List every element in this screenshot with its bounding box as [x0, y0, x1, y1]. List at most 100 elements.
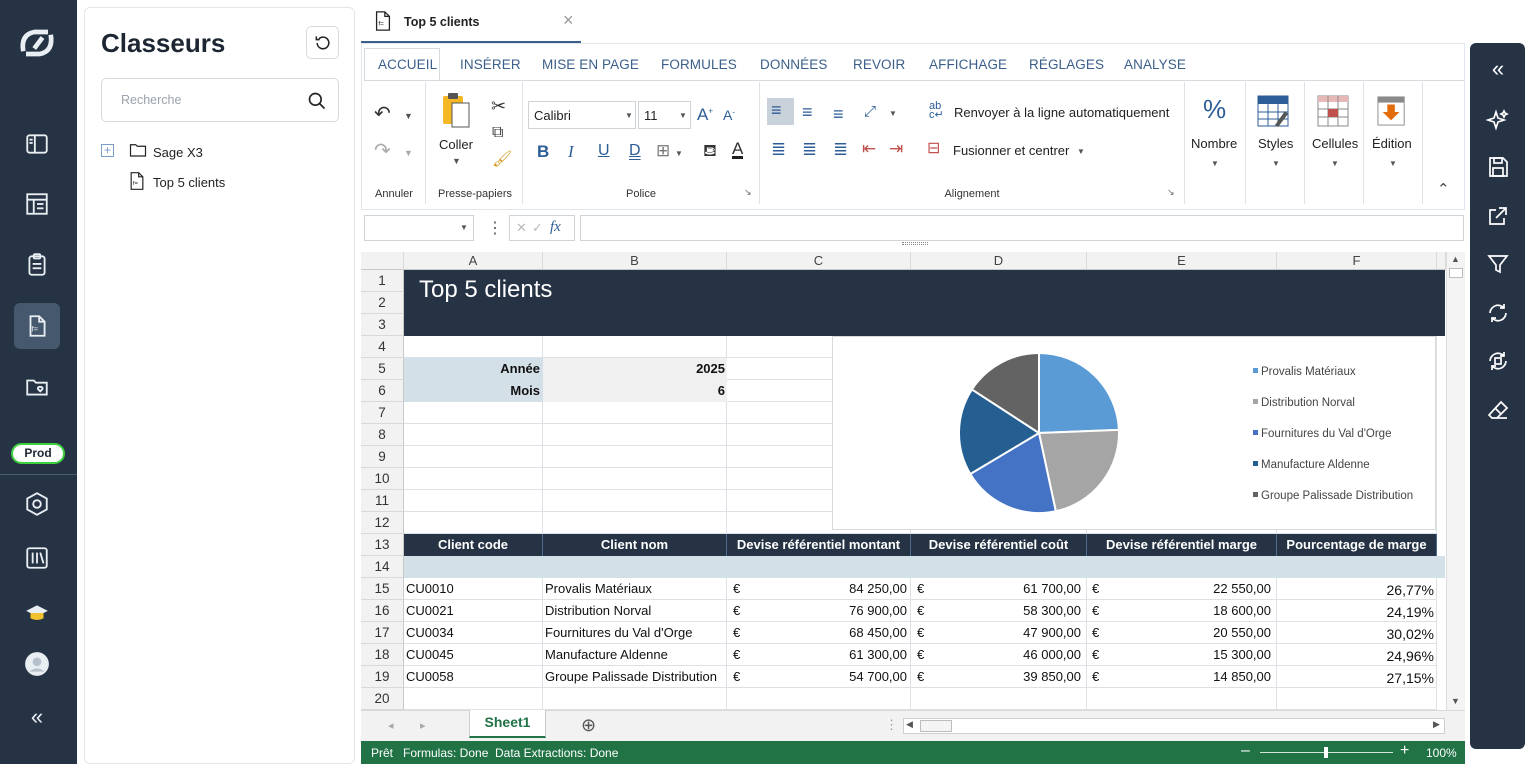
table-header[interactable]: Devise référentiel coût: [911, 534, 1087, 556]
tree-item-folder[interactable]: Sage X3: [153, 145, 203, 160]
cell-margin-pct[interactable]: 24,19%: [1277, 604, 1434, 620]
vertical-scrollbar[interactable]: ▲ ▼: [1446, 252, 1465, 710]
column-header[interactable]: A: [404, 252, 543, 270]
cell-client-code[interactable]: CU0045: [406, 647, 454, 662]
cell[interactable]: [543, 512, 727, 534]
scroll-up-icon[interactable]: ▲: [1451, 254, 1460, 264]
row-header[interactable]: 14: [361, 556, 404, 578]
collapse-right-panel-icon[interactable]: «: [1484, 55, 1512, 83]
scroll-down-icon[interactable]: ▼: [1451, 696, 1460, 706]
cell[interactable]: [543, 336, 727, 358]
redo-dropdown-icon[interactable]: ▼: [404, 149, 413, 158]
copy-icon[interactable]: ⧉: [492, 125, 503, 141]
more-options-icon[interactable]: ⋮: [487, 218, 503, 238]
increase-indent-icon[interactable]: ⇥: [889, 140, 903, 157]
resize-handle[interactable]: [902, 242, 928, 245]
row-header[interactable]: 17: [361, 622, 404, 644]
cell-client-name[interactable]: Groupe Palissade Distribution: [545, 669, 717, 684]
undo-icon[interactable]: ↶: [374, 104, 391, 124]
redo-icon[interactable]: ↷: [374, 141, 391, 161]
collapse-ribbon-icon[interactable]: ⌃: [1437, 182, 1450, 197]
next-sheet-icon[interactable]: ▸: [420, 719, 426, 732]
cell-margin-pct[interactable]: 27,15%: [1277, 670, 1434, 686]
cell-client-name[interactable]: Fournitures du Val d'Orge: [545, 625, 692, 640]
tab-accueil[interactable]: ACCUEIL: [378, 57, 437, 72]
merge-center-button[interactable]: Fusionner et centrer: [953, 143, 1069, 158]
row-header[interactable]: 12: [361, 512, 404, 534]
row-header[interactable]: 1: [361, 270, 404, 292]
cell-cost[interactable]: 47 900,00: [911, 625, 1081, 640]
column-header[interactable]: C: [727, 252, 911, 270]
cell-cost[interactable]: 61 700,00: [911, 581, 1081, 596]
italic-icon[interactable]: I: [568, 143, 574, 160]
cell[interactable]: [543, 402, 727, 424]
cell-client-code[interactable]: CU0010: [406, 581, 454, 596]
tab-revoir[interactable]: REVOIR: [853, 57, 905, 72]
favorite-folder-icon[interactable]: [14, 364, 60, 410]
cell[interactable]: [543, 490, 727, 512]
cancel-formula-icon[interactable]: ✕: [516, 220, 527, 236]
cell[interactable]: [404, 512, 543, 534]
collapse-rail-icon[interactable]: «: [14, 694, 60, 740]
bold-icon[interactable]: B: [537, 143, 549, 160]
format-painter-icon[interactable]: 🖌: [492, 152, 512, 168]
chevron-down-icon[interactable]: ▼: [1211, 160, 1219, 168]
document-tab[interactable]: f= Top 5 clients ×: [361, 0, 581, 43]
refresh-data-icon[interactable]: [1484, 347, 1512, 375]
paste-icon[interactable]: [441, 91, 471, 129]
cell-client-name[interactable]: Provalis Matériaux: [545, 581, 652, 596]
cell-margin[interactable]: 15 300,00: [1087, 647, 1271, 662]
styles-button[interactable]: Styles: [1258, 136, 1293, 151]
eraser-icon[interactable]: [1484, 396, 1512, 424]
paste-dropdown-icon[interactable]: ▼: [452, 157, 461, 166]
column-header[interactable]: D: [911, 252, 1087, 270]
table-header[interactable]: Devise référentiel montant: [727, 534, 911, 556]
cell[interactable]: [404, 336, 543, 358]
cell[interactable]: [543, 688, 727, 710]
cell[interactable]: [727, 688, 911, 710]
sparkles-ai-icon[interactable]: [1484, 106, 1512, 134]
formula-input[interactable]: [580, 215, 1464, 241]
double-underline-icon[interactable]: D: [629, 143, 641, 159]
dialog-launcher-icon[interactable]: ↘: [744, 188, 752, 197]
scroll-thumb[interactable]: [1449, 268, 1463, 278]
cell-margin[interactable]: 20 550,00: [1087, 625, 1271, 640]
align-left-icon[interactable]: ≣: [771, 140, 786, 158]
font-color-icon[interactable]: A: [732, 140, 744, 159]
cell[interactable]: [404, 490, 543, 512]
borders-icon[interactable]: ⊞: [656, 142, 670, 159]
horizontal-scrollbar[interactable]: ◀ ▶: [903, 718, 1445, 734]
undo-dropdown-icon[interactable]: ▼: [404, 112, 413, 121]
cell-cost[interactable]: 39 850,00: [911, 669, 1081, 684]
cell-margin-pct[interactable]: 24,96%: [1277, 648, 1434, 664]
month-value[interactable]: 6: [543, 383, 725, 398]
filter-icon[interactable]: [1484, 250, 1512, 278]
dialog-launcher-icon[interactable]: ↘: [1167, 188, 1175, 197]
search-input[interactable]: Recherche: [101, 78, 339, 122]
font-size-select[interactable]: 11 ▼: [638, 101, 691, 129]
table-header[interactable]: Pourcentage de marge: [1277, 534, 1437, 556]
column-header[interactable]: B: [543, 252, 727, 270]
cell[interactable]: [404, 424, 543, 446]
clipboard-list-icon[interactable]: [14, 242, 60, 288]
fill-color-icon[interactable]: ⛾: [703, 142, 717, 159]
cell-amount[interactable]: 54 700,00: [727, 669, 907, 684]
orientation-dropdown-icon[interactable]: ▼: [889, 110, 897, 118]
row-header[interactable]: 2: [361, 292, 404, 314]
table-header[interactable]: Client nom: [543, 534, 727, 556]
expand-icon[interactable]: +: [101, 144, 114, 157]
cell-client-code[interactable]: CU0034: [406, 625, 454, 640]
pie-slice[interactable]: [1038, 351, 1120, 435]
cell-client-name[interactable]: Distribution Norval: [545, 603, 651, 618]
editing-button[interactable]: Édition: [1372, 136, 1412, 151]
app-logo-icon[interactable]: [14, 20, 60, 66]
name-box[interactable]: ▼: [364, 215, 474, 241]
cell-client-code[interactable]: CU0021: [406, 603, 454, 618]
wrap-text-button[interactable]: Renvoyer à la ligne automatiquement: [954, 105, 1169, 120]
sync-icon[interactable]: [1484, 299, 1512, 327]
cell[interactable]: [404, 446, 543, 468]
row-header[interactable]: 10: [361, 468, 404, 490]
cell[interactable]: [543, 446, 727, 468]
cell[interactable]: [404, 468, 543, 490]
sidebar-toggle-icon[interactable]: [14, 121, 60, 167]
